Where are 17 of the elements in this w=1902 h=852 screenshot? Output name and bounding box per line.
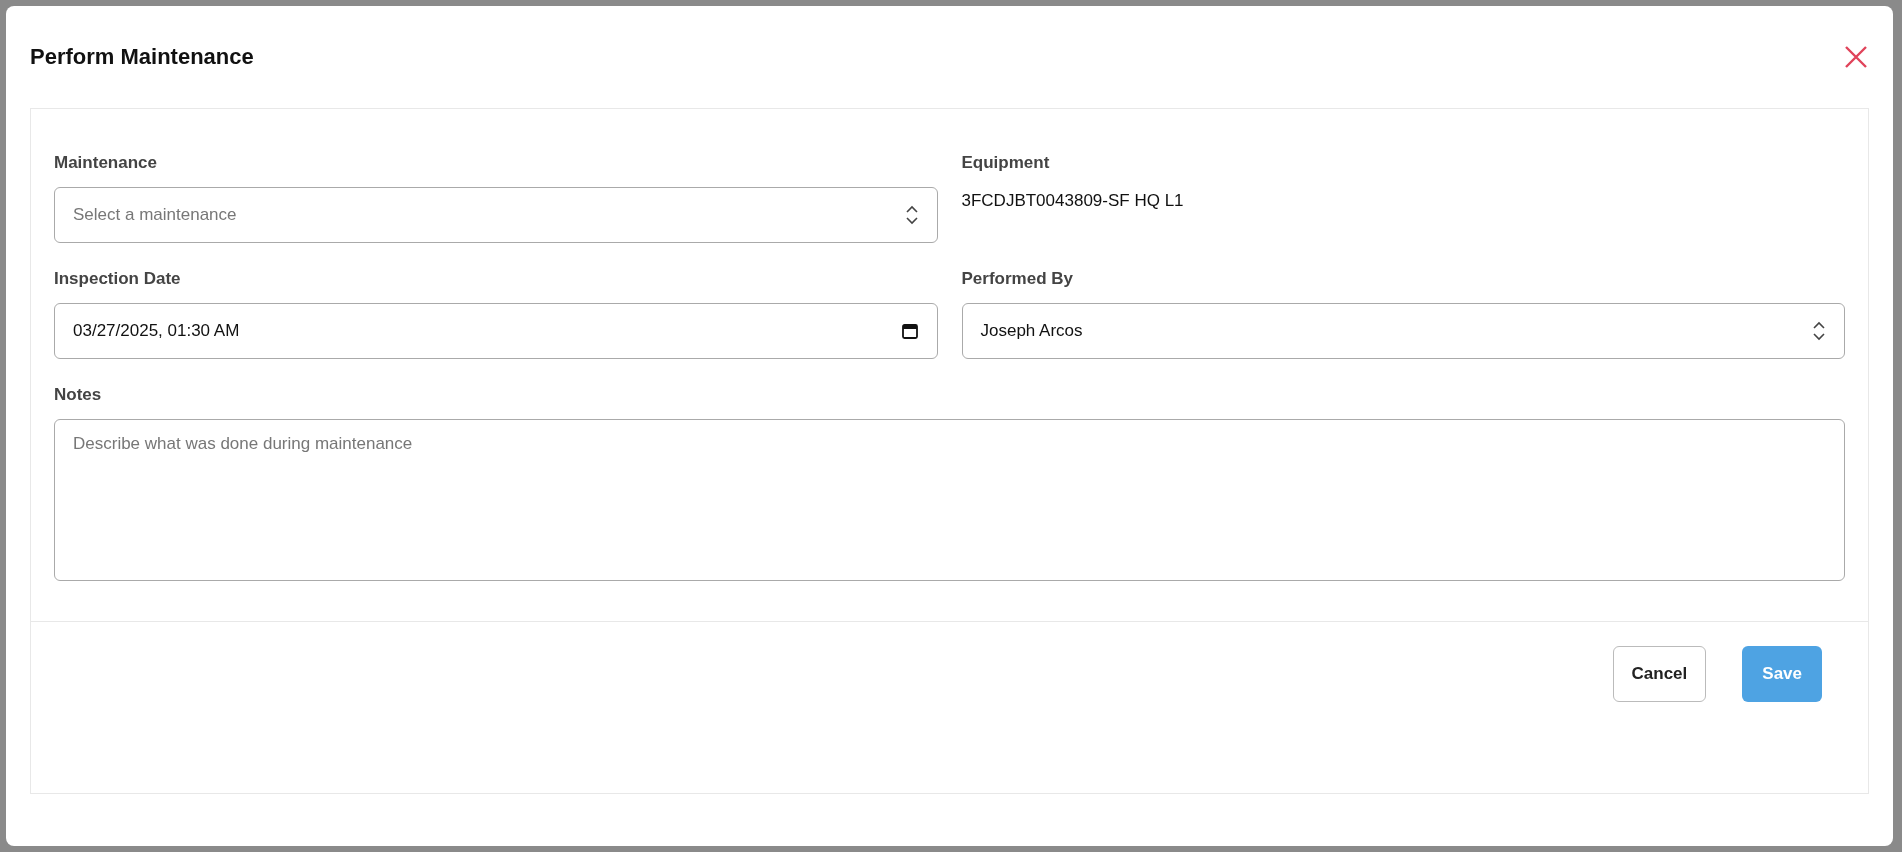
close-icon bbox=[1844, 45, 1868, 69]
up-down-chevron-icon bbox=[904, 204, 919, 226]
select-field[interactable]: Joseph Arcos bbox=[961, 303, 1845, 359]
cancel-button[interactable]: Cancel bbox=[1612, 646, 1707, 702]
dialog-title: Perform Maintenance bbox=[30, 44, 254, 70]
notes-field[interactable]: Describe what was done during maintenance bbox=[54, 419, 1845, 581]
date-time-field[interactable]: 03/27/2025, 01:30 AM bbox=[54, 303, 938, 359]
select-field[interactable]: Select a maintenance bbox=[54, 187, 938, 243]
field-label: Equipment bbox=[961, 153, 1051, 173]
calendar-icon bbox=[900, 322, 919, 340]
close-button[interactable] bbox=[1844, 45, 1868, 69]
field-label: Inspection Date bbox=[54, 269, 182, 289]
field-label: Notes bbox=[54, 385, 103, 405]
up-down-chevron-icon bbox=[1812, 320, 1826, 342]
field-label: Performed By bbox=[961, 269, 1074, 289]
equipment-value: 3FCDJBT0043809-SF HQ L1 bbox=[961, 190, 1185, 212]
field-label: Maintenance bbox=[54, 153, 158, 173]
